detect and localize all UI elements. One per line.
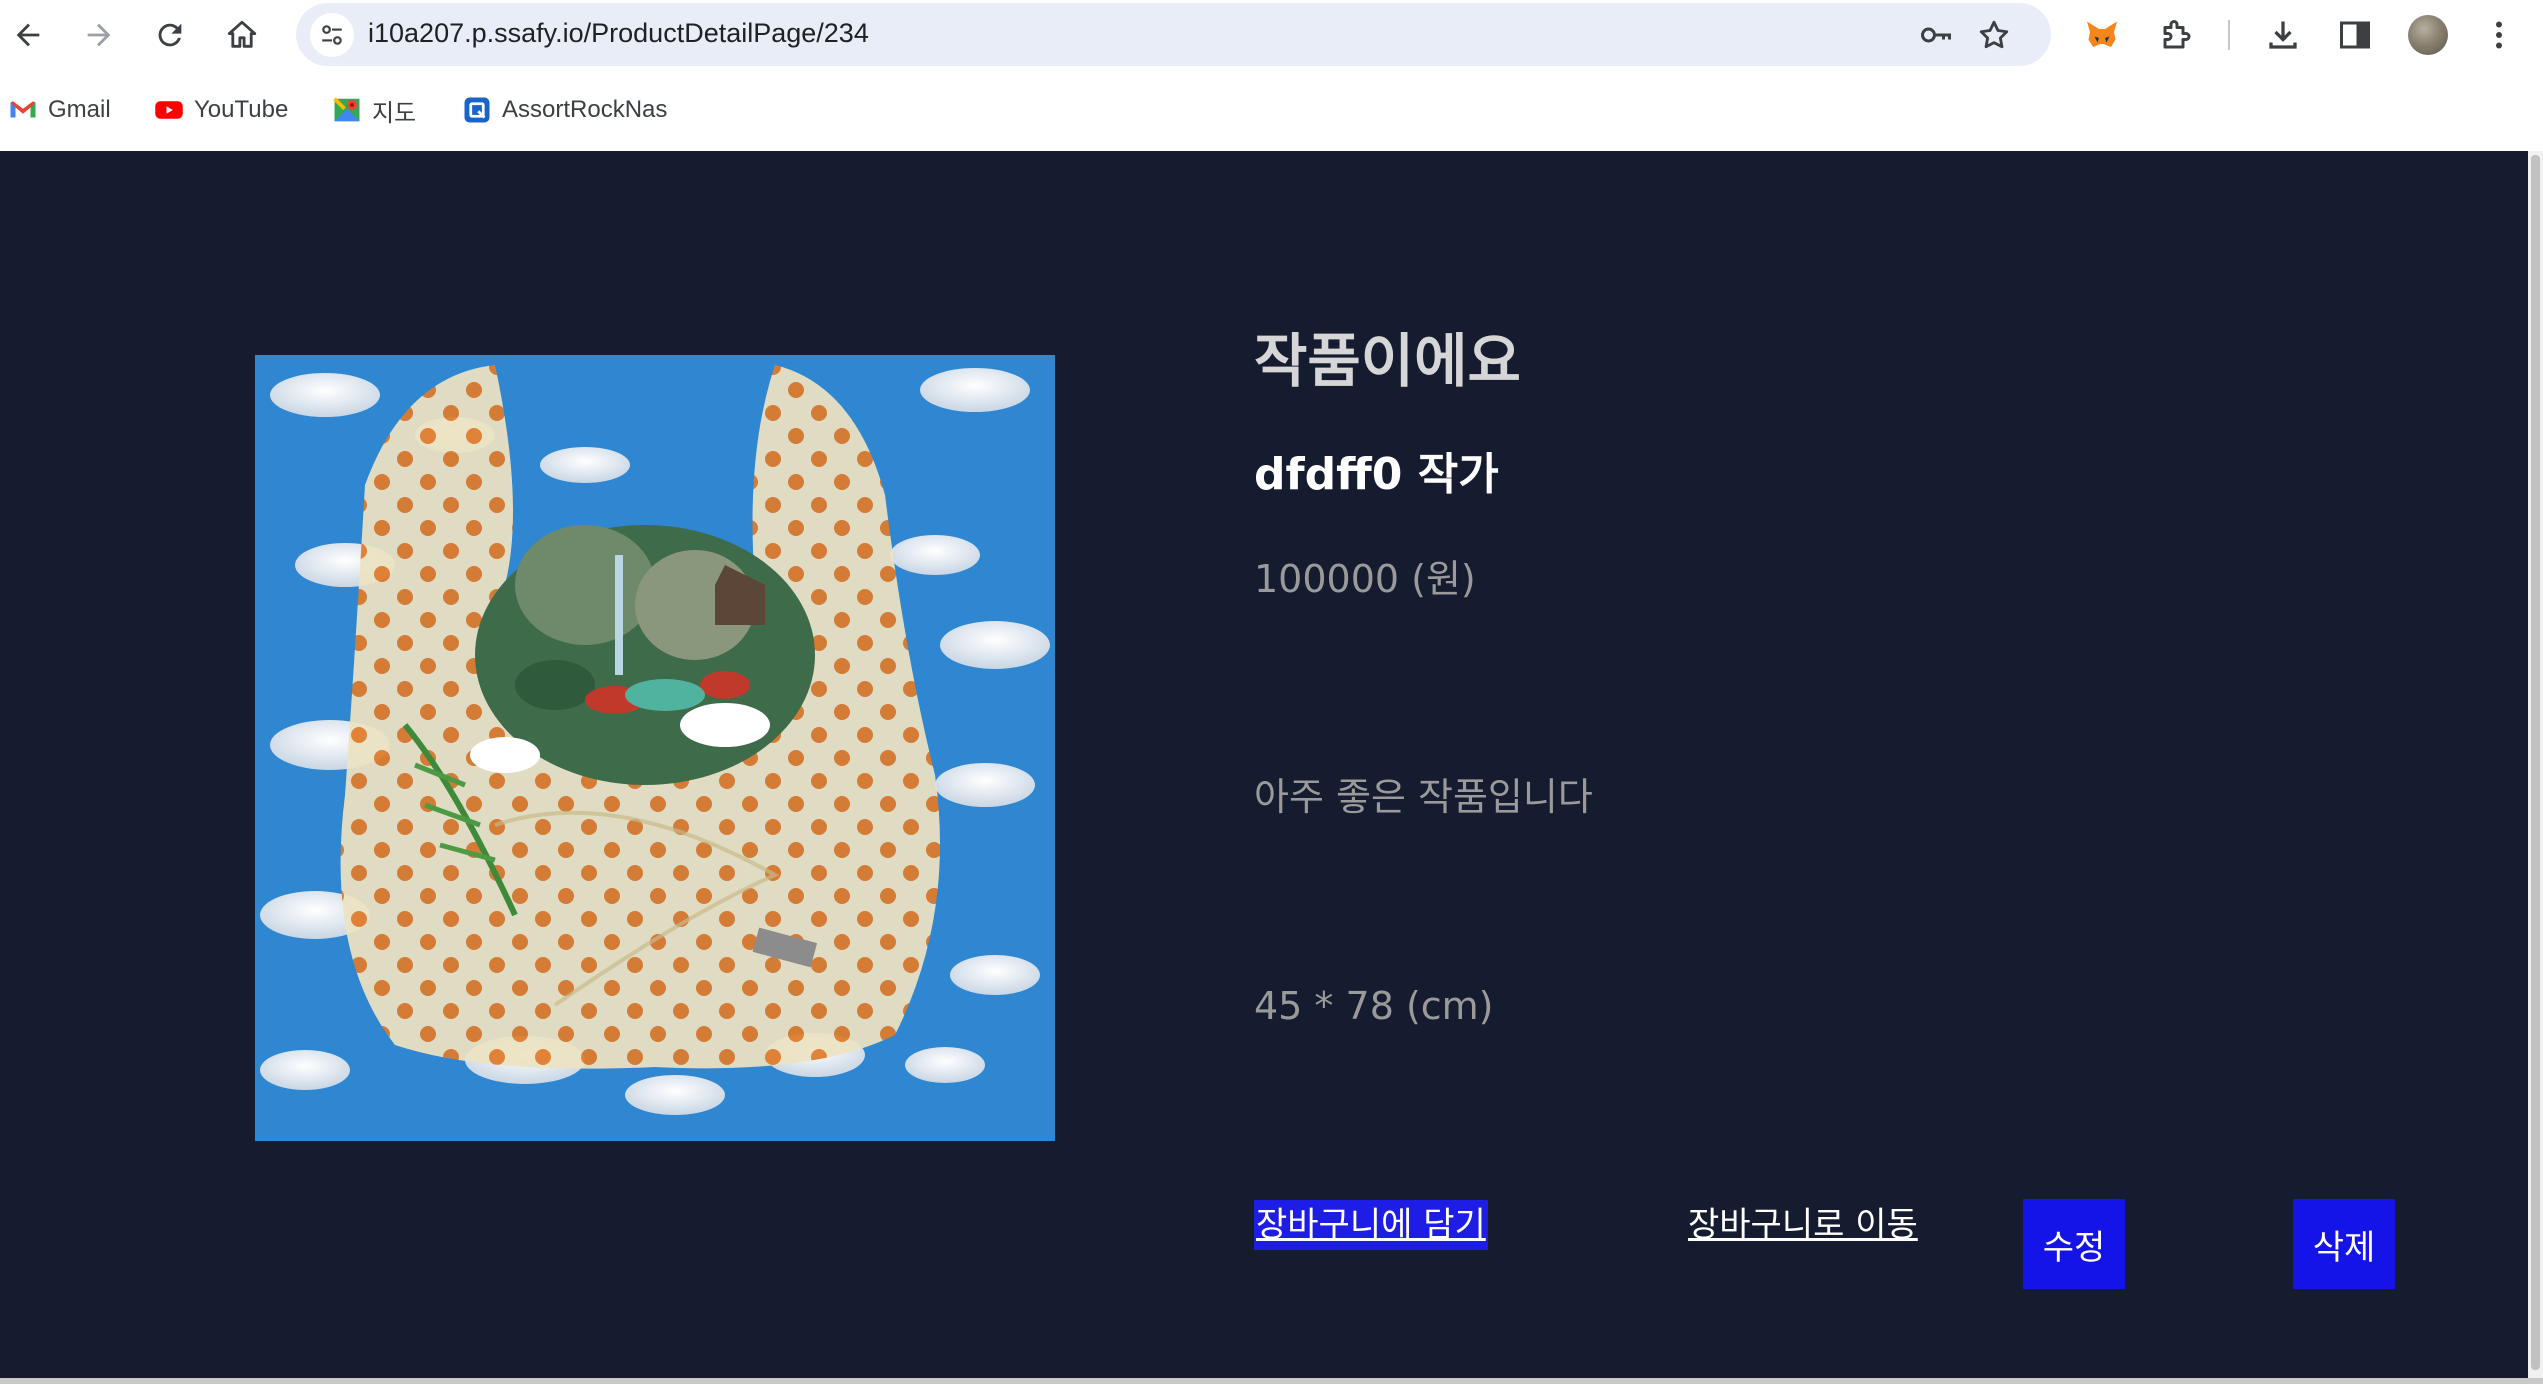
bookmark-label: AssortRockNas	[502, 96, 668, 123]
bookmark-youtube[interactable]: YouTube	[154, 90, 288, 130]
add-to-cart-link[interactable]: 장바구니에 담기	[1254, 1200, 1488, 1250]
password-key-button[interactable]	[1916, 15, 1956, 55]
product-price: 100000 (원)	[1254, 557, 1476, 601]
product-detail-page: 작품이에요 dfdff0 작가 100000 (원) 아주 좋은 작품입니다 4…	[0, 151, 2528, 1378]
product-image	[255, 355, 1055, 1141]
bookmark-maps[interactable]: 지도	[332, 90, 416, 130]
home-icon	[227, 20, 257, 48]
arrow-right-icon	[87, 23, 111, 47]
go-to-cart-link[interactable]: 장바구니로 이동	[1688, 1200, 1918, 1250]
bookmark-label: Gmail	[48, 96, 111, 123]
artwork-painting	[255, 355, 1055, 1141]
bookmark-label: 지도	[372, 99, 417, 127]
nas-icon	[464, 97, 490, 123]
product-artist: dfdff0 작가	[1254, 449, 1499, 500]
home-button[interactable]	[217, 10, 267, 60]
site-info-button[interactable]	[310, 13, 354, 57]
window-bottom-edge	[0, 1378, 2543, 1384]
page-scrollbar[interactable]	[2528, 151, 2543, 1378]
more-vert-icon	[2496, 21, 2502, 49]
chrome-menu-button[interactable]	[2474, 10, 2524, 60]
gmail-icon	[10, 101, 36, 118]
youtube-icon	[155, 101, 183, 119]
product-size: 45 * 78 (cm)	[1254, 984, 1494, 1028]
address-bar[interactable]: i10a207.p.ssafy.io/ProductDetailPage/234	[296, 3, 2051, 66]
bookmark-star-button[interactable]	[1974, 15, 2014, 55]
side-panel-icon	[2340, 21, 2370, 49]
download-icon	[2269, 21, 2297, 49]
browser-toolbar: i10a207.p.ssafy.io/ProductDetailPage/234	[0, 0, 2543, 70]
key-icon	[1921, 27, 1951, 43]
edit-button[interactable]: 수정	[2023, 1199, 2125, 1289]
arrow-left-icon	[16, 23, 40, 47]
product-description: 아주 좋은 작품입니다	[1254, 775, 1593, 819]
bookmark-gmail[interactable]: Gmail	[8, 90, 111, 130]
scrollbar-thumb[interactable]	[2531, 155, 2540, 1370]
product-title: 작품이에요	[1254, 327, 1521, 395]
delete-button[interactable]: 삭제	[2293, 1199, 2395, 1289]
metamask-extension[interactable]	[2077, 10, 2127, 60]
star-icon	[1979, 20, 2009, 49]
maps-icon	[333, 97, 360, 122]
side-panel-button[interactable]	[2330, 10, 2380, 60]
forward-button[interactable]	[74, 10, 124, 60]
tune-icon	[322, 25, 342, 45]
profile-avatar[interactable]	[2408, 15, 2448, 55]
url-text[interactable]: i10a207.p.ssafy.io/ProductDetailPage/234	[368, 18, 869, 49]
extensions-button[interactable]	[2152, 10, 2202, 60]
downloads-button[interactable]	[2258, 10, 2308, 60]
reload-icon	[158, 23, 182, 47]
toolbar-divider	[2228, 20, 2230, 50]
bookmark-label: YouTube	[194, 96, 289, 123]
back-button[interactable]	[3, 10, 53, 60]
bookmarks-bar: Gmail YouTube 지도 AssortRockNas	[0, 70, 2543, 150]
bookmark-assortrocknas[interactable]: AssortRockNas	[462, 90, 667, 130]
reload-button[interactable]	[145, 10, 195, 60]
fox-icon	[2087, 21, 2117, 47]
puzzle-icon	[2163, 20, 2191, 49]
